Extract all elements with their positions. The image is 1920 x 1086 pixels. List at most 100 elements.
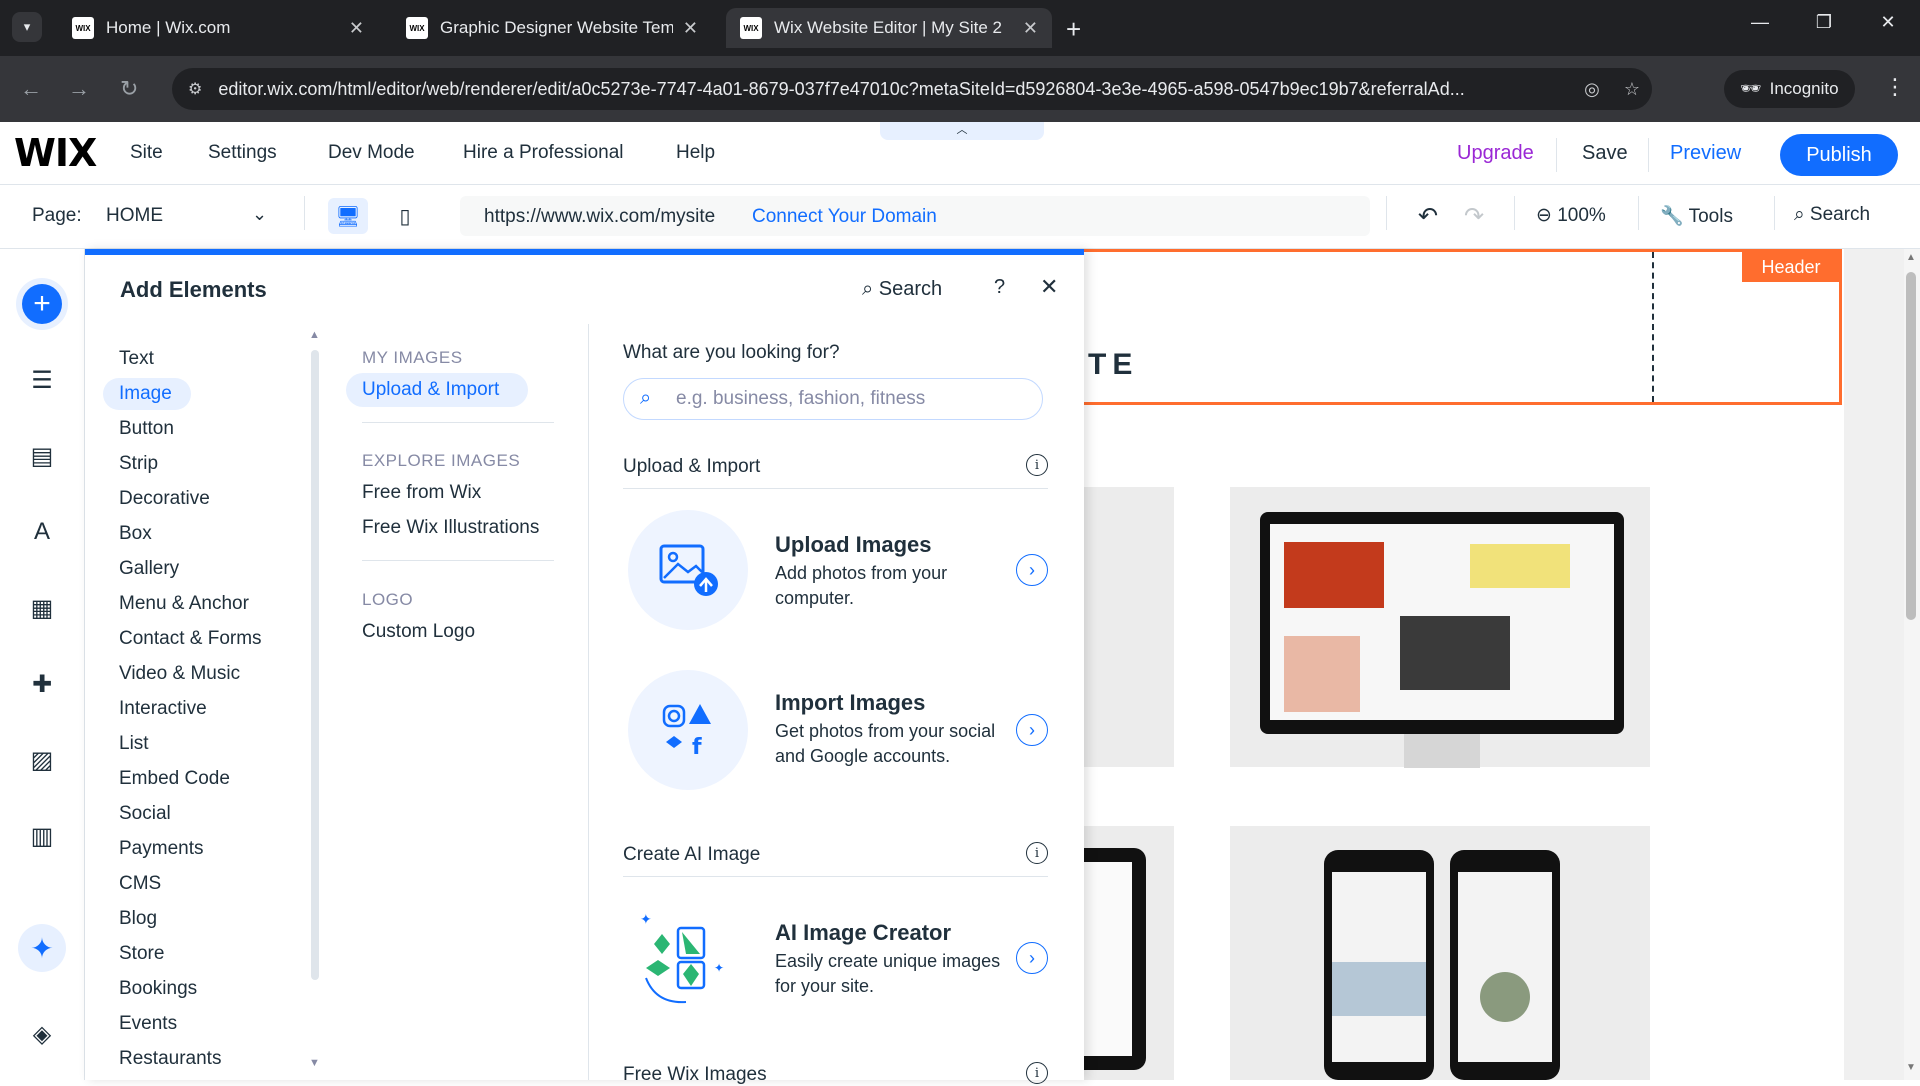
info-icon[interactable]: i <box>1026 842 1048 864</box>
close-tab-icon[interactable]: ✕ <box>1023 18 1038 39</box>
upgrade-button[interactable]: Upgrade <box>1457 142 1534 165</box>
undo-icon[interactable]: ↶ <box>1418 202 1438 231</box>
category-social[interactable]: Social <box>119 803 171 825</box>
pages-icon[interactable]: ▤ <box>22 436 62 476</box>
site-info-icon[interactable]: ⚙ <box>188 79 202 99</box>
tools-button[interactable]: 🔧 Tools <box>1660 204 1733 228</box>
category-text[interactable]: Text <box>119 348 154 370</box>
category-contact-forms[interactable]: Contact & Forms <box>119 628 262 650</box>
back-icon[interactable]: ← <box>20 76 42 102</box>
panel-search-button[interactable]: ⌕ Search <box>862 278 942 301</box>
browser-tab-editor[interactable]: WIX Wix Website Editor | My Site 2 ✕ <box>726 8 1052 48</box>
desktop-view-icon[interactable]: 🖥 <box>328 198 368 234</box>
category-image[interactable]: Image <box>119 383 172 405</box>
category-strip[interactable]: Strip <box>119 453 158 475</box>
image-placeholder[interactable] <box>1084 487 1174 767</box>
header-section-frame[interactable] <box>1084 249 1842 405</box>
category-decorative[interactable]: Decorative <box>119 488 210 510</box>
sections-icon[interactable]: ☰ <box>22 360 62 400</box>
preview-button[interactable]: Preview <box>1670 142 1741 165</box>
category-bookings[interactable]: Bookings <box>119 978 197 1000</box>
browser-tab-templates[interactable]: WIX Graphic Designer Website Temp ✕ <box>392 8 712 48</box>
scroll-down-icon[interactable]: ▼ <box>309 1057 320 1069</box>
import-images-illustration[interactable]: f <box>628 670 748 790</box>
chevron-right-icon[interactable]: › <box>1016 942 1048 974</box>
cms-icon[interactable]: ▥ <box>22 816 62 856</box>
image-search-field[interactable]: ⌕ <box>623 378 1043 420</box>
section-upload-import[interactable]: Upload & Import <box>362 379 499 401</box>
add-apps-icon[interactable]: ✚ <box>22 664 62 704</box>
category-embed-code[interactable]: Embed Code <box>119 768 230 790</box>
url-field[interactable]: ⚙ editor.wix.com/html/editor/web/rendere… <box>172 68 1652 110</box>
category-payments[interactable]: Payments <box>119 838 203 860</box>
minimize-icon[interactable]: — <box>1740 12 1780 33</box>
media-icon[interactable]: ▨ <box>22 740 62 780</box>
category-cms[interactable]: CMS <box>119 873 161 895</box>
menu-help[interactable]: Help <box>676 142 715 164</box>
ai-image-creator-illustration[interactable]: ✦ ✦ <box>628 898 748 1018</box>
chevron-right-icon[interactable]: › <box>1016 714 1048 746</box>
publish-button[interactable]: Publish <box>1780 134 1898 176</box>
header-tag[interactable]: Header <box>1742 252 1840 282</box>
restore-icon[interactable]: ❐ <box>1804 12 1844 33</box>
close-icon[interactable]: ✕ <box>1040 274 1058 300</box>
menu-dev-mode[interactable]: Dev Mode <box>328 142 415 164</box>
import-images-title[interactable]: Import Images <box>775 690 925 716</box>
eye-off-icon[interactable]: ◎ <box>1584 79 1600 100</box>
new-tab-icon[interactable]: + <box>1066 14 1081 45</box>
section-free-wix-illustrations[interactable]: Free Wix Illustrations <box>362 517 539 539</box>
category-list[interactable]: List <box>119 733 149 755</box>
collapse-toolbar-icon[interactable]: ︿ <box>880 122 1044 140</box>
add-elements-icon[interactable]: + <box>22 284 62 324</box>
upload-images-illustration[interactable] <box>628 510 748 630</box>
section-free-from-wix[interactable]: Free from Wix <box>362 482 481 504</box>
category-video-music[interactable]: Video & Music <box>119 663 240 685</box>
image-search-input[interactable] <box>676 387 1016 411</box>
category-box[interactable]: Box <box>119 523 152 545</box>
chevron-right-icon[interactable]: › <box>1016 554 1048 586</box>
menu-site[interactable]: Site <box>130 142 163 164</box>
scroll-down-icon[interactable]: ▼ <box>1906 1062 1916 1073</box>
ai-image-creator-title[interactable]: AI Image Creator <box>775 920 951 946</box>
chevron-down-icon[interactable]: ⌄ <box>252 204 267 225</box>
category-store[interactable]: Store <box>119 943 164 965</box>
zoom-control[interactable]: ⊖ 100% <box>1536 204 1606 227</box>
category-blog[interactable]: Blog <box>119 908 157 930</box>
connect-domain-link[interactable]: Connect Your Domain <box>752 206 937 228</box>
category-interactive[interactable]: Interactive <box>119 698 207 720</box>
forward-icon[interactable]: → <box>68 76 90 102</box>
mobile-view-icon[interactable]: ▯ <box>392 198 418 234</box>
browser-menu-icon[interactable]: ⋮ <box>1884 74 1906 100</box>
upload-images-title[interactable]: Upload Images <box>775 532 931 558</box>
scroll-up-icon[interactable]: ▲ <box>1906 252 1916 263</box>
apps-icon[interactable]: ▦ <box>22 588 62 628</box>
scroll-up-icon[interactable]: ▲ <box>309 329 320 341</box>
category-menu-anchor[interactable]: Menu & Anchor <box>119 593 249 615</box>
incognito-badge[interactable]: 🕶 Incognito <box>1724 70 1855 108</box>
info-icon[interactable]: i <box>1026 454 1048 476</box>
reload-icon[interactable]: ↻ <box>120 76 138 102</box>
tab-search-button[interactable]: ▾ <box>12 12 42 42</box>
close-tab-icon[interactable]: ✕ <box>683 18 698 39</box>
site-title-text[interactable]: TE <box>1088 348 1138 382</box>
browser-tab-home[interactable]: WIX Home | Wix.com ✕ <box>58 8 378 48</box>
info-icon[interactable]: i <box>1026 1062 1048 1084</box>
category-scrollbar[interactable] <box>311 350 319 980</box>
section-custom-logo[interactable]: Custom Logo <box>362 621 475 643</box>
menu-settings[interactable]: Settings <box>208 142 277 164</box>
layers-icon[interactable]: ◈ <box>22 1014 62 1054</box>
category-gallery[interactable]: Gallery <box>119 558 179 580</box>
portfolio-image-phones[interactable] <box>1230 826 1650 1080</box>
ai-assistant-icon[interactable]: ✦ <box>18 924 66 972</box>
editor-search-button[interactable]: ⌕ Search <box>1794 204 1870 226</box>
redo-icon[interactable]: ↷ <box>1464 202 1484 231</box>
save-button[interactable]: Save <box>1582 142 1628 165</box>
category-restaurants[interactable]: Restaurants <box>119 1048 221 1070</box>
site-design-icon[interactable]: A <box>22 512 62 552</box>
category-button[interactable]: Button <box>119 418 174 440</box>
page-selector[interactable]: HOME <box>106 205 163 227</box>
close-window-icon[interactable]: ✕ <box>1868 12 1908 33</box>
help-icon[interactable]: ? <box>994 276 1005 299</box>
close-tab-icon[interactable]: ✕ <box>349 18 364 39</box>
bookmark-star-icon[interactable]: ☆ <box>1624 79 1640 100</box>
